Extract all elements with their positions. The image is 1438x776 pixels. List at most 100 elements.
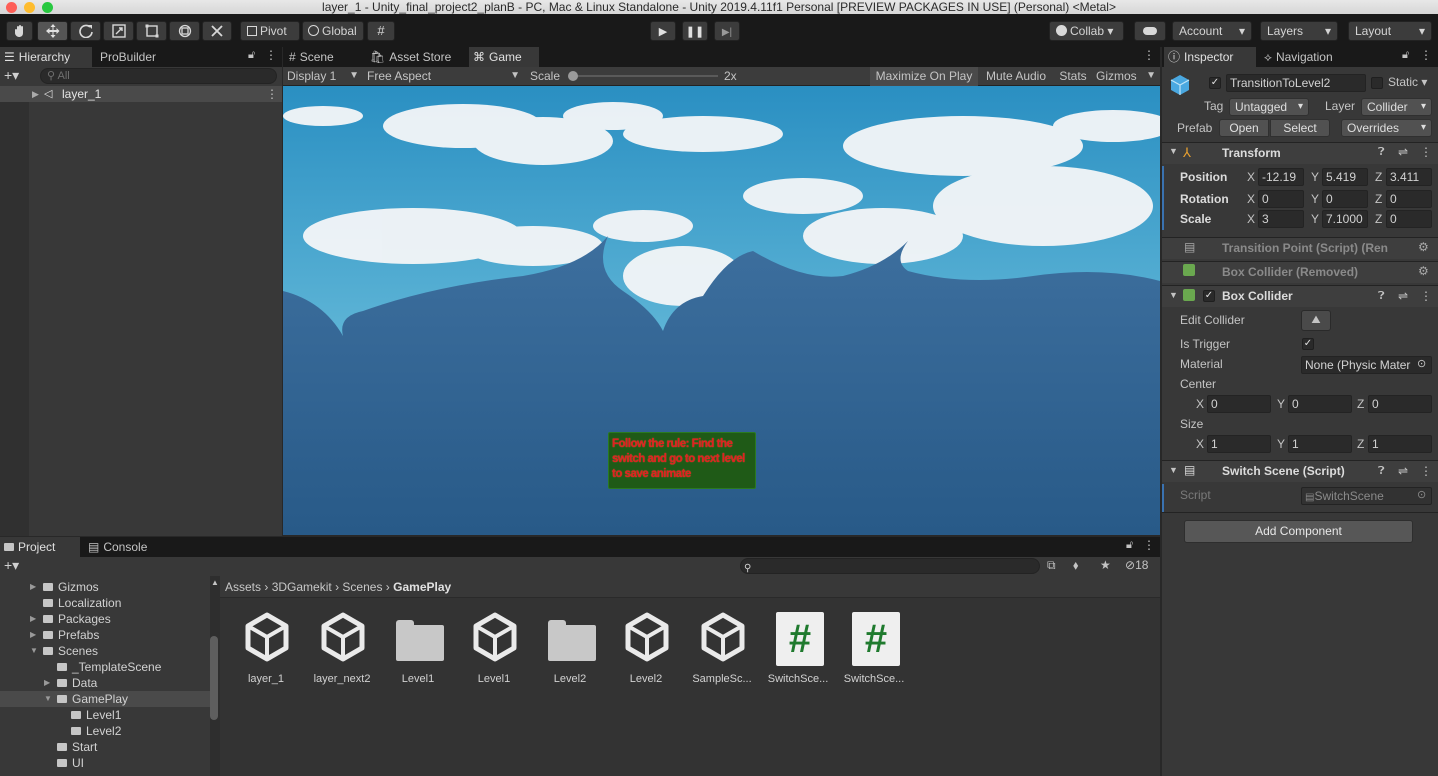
minimize-window-button[interactable]	[24, 2, 35, 13]
tab-hierarchy[interactable]: ☰ Hierarchy	[0, 47, 92, 67]
size-z-field[interactable]: 1	[1368, 435, 1432, 453]
preset-sliders-icon[interactable]: ⇌	[1398, 289, 1408, 303]
more-options-icon[interactable]: ⋮	[265, 48, 277, 62]
hand-tool-button[interactable]	[6, 21, 33, 41]
box-collider-enabled-checkbox[interactable]: ✓	[1203, 290, 1215, 302]
scale-slider-thumb[interactable]	[568, 71, 578, 81]
game-options-icon[interactable]: ⋮	[1143, 48, 1155, 62]
position-x-field[interactable]: -12.19	[1258, 168, 1304, 186]
scale-slider-track[interactable]	[572, 75, 718, 77]
expand-arrow-icon[interactable]: ▶	[32, 86, 39, 102]
inspector-lock-icon[interactable]: 🔓︎	[1402, 49, 1409, 62]
tree-scrollbar-thumb[interactable]	[210, 636, 218, 720]
object-name-field[interactable]: TransitionToLevel2	[1226, 74, 1366, 92]
layer-dropdown[interactable]: Collider	[1361, 98, 1432, 116]
static-dropdown[interactable]: Static ▾	[1388, 75, 1427, 89]
tree-folder-item[interactable]: Start	[0, 739, 210, 755]
tab-asset-store[interactable]: 🛍︎ Asset Store	[366, 47, 466, 67]
tree-folder-item[interactable]: Level2	[0, 723, 210, 739]
tree-scrollbar[interactable]: ▲	[210, 576, 220, 776]
tree-folder-item[interactable]: Localization	[0, 595, 210, 611]
row-options-icon[interactable]: ⋮	[266, 86, 278, 102]
grid-snap-button[interactable]: #	[367, 21, 395, 41]
breadcrumb-scenes[interactable]: Scenes	[342, 580, 382, 594]
tab-console[interactable]: ▤ Console	[84, 537, 164, 557]
game-render-viewport[interactable]: Follow the rule: Find the switch and go …	[283, 86, 1160, 535]
breadcrumb-gameplay[interactable]: GamePlay	[393, 580, 451, 594]
create-plus-icon[interactable]: +▾	[4, 557, 19, 574]
help-icon[interactable]: ❓︎	[1378, 146, 1385, 159]
aspect-dropdown[interactable]: Free Aspect ▼	[367, 67, 522, 86]
pause-button[interactable]: ❚❚	[682, 21, 708, 41]
rotation-y-field[interactable]: 0	[1322, 190, 1368, 208]
tab-scene[interactable]: # Scene	[285, 47, 361, 67]
play-button[interactable]: ▶	[650, 21, 676, 41]
tab-game[interactable]: ⌘ Game	[469, 47, 539, 67]
custom-tool-button[interactable]	[202, 21, 232, 41]
chevron-right-icon[interactable]: ▶	[44, 675, 50, 691]
chevron-right-icon[interactable]: ▶	[30, 627, 36, 643]
component-menu-icon[interactable]: ⋮	[1420, 289, 1432, 303]
center-y-field[interactable]: 0	[1288, 395, 1352, 413]
tree-folder-item[interactable]: Level1	[0, 707, 210, 723]
scale-x-field[interactable]: 3	[1258, 210, 1304, 228]
center-x-field[interactable]: 0	[1207, 395, 1271, 413]
project-options-icon[interactable]: ⋮	[1143, 538, 1155, 552]
fold-arrow-icon[interactable]: ▼	[1169, 290, 1178, 300]
scale-z-field[interactable]: 0	[1386, 210, 1432, 228]
maximize-on-play-toggle[interactable]: Maximize On Play	[870, 67, 978, 86]
account-dropdown[interactable]: Account ▾	[1172, 21, 1252, 41]
tree-folder-item[interactable]: ▶ Data	[0, 675, 210, 691]
prefab-select-button[interactable]: Select	[1270, 119, 1330, 137]
breadcrumb-3dgamekit[interactable]: 3DGamekit	[272, 580, 332, 594]
position-y-field[interactable]: 5.419	[1322, 168, 1368, 186]
transform-tool-button[interactable]	[169, 21, 200, 41]
collab-dropdown[interactable]: Collab ▾	[1049, 21, 1124, 41]
active-checkbox[interactable]: ✓	[1209, 77, 1221, 89]
scale-y-field[interactable]: 7.1000	[1322, 210, 1368, 228]
stats-toggle[interactable]: Stats	[1054, 67, 1092, 86]
global-toggle-button[interactable]: Global	[302, 21, 364, 41]
prefab-overrides-dropdown[interactable]: Overrides	[1341, 119, 1432, 137]
lock-icon[interactable]: 🔓︎	[248, 49, 255, 62]
edit-collider-button[interactable]: ⛰︎	[1301, 310, 1331, 331]
chevron-down-icon[interactable]: ▼	[30, 643, 38, 659]
gizmos-dropdown[interactable]: Gizmos ▼	[1094, 67, 1158, 86]
hierarchy-search-input[interactable]: ⚲ All	[40, 68, 277, 84]
gear-icon[interactable]: ⚙	[1418, 240, 1429, 254]
inspector-options-icon[interactable]: ⋮	[1420, 48, 1432, 62]
tab-navigation[interactable]: ⟡ Navigation	[1260, 47, 1360, 67]
object-picker-icon[interactable]: ⊙	[1417, 488, 1426, 501]
maximize-window-button[interactable]	[42, 2, 53, 13]
tag-dropdown[interactable]: Untagged	[1229, 98, 1309, 116]
preset-sliders-icon[interactable]: ⇌	[1398, 464, 1408, 478]
step-button[interactable]: ▶|	[714, 21, 740, 41]
rotation-z-field[interactable]: 0	[1386, 190, 1432, 208]
display-dropdown[interactable]: Display 1 ▼	[287, 67, 361, 86]
tree-folder-item[interactable]: _TemplateScene	[0, 659, 210, 675]
layout-dropdown[interactable]: Layout ▾	[1348, 21, 1432, 41]
rotate-tool-button[interactable]	[70, 21, 101, 41]
center-z-field[interactable]: 0	[1368, 395, 1432, 413]
fold-arrow-icon[interactable]: ▼	[1169, 465, 1178, 475]
tree-folder-item[interactable]: ▼ GamePlay	[0, 691, 210, 707]
hidden-packages-toggle[interactable]: ⊘18	[1125, 558, 1148, 572]
scroll-up-arrow-icon[interactable]: ▲	[211, 578, 219, 587]
tab-project[interactable]: Project	[0, 537, 80, 557]
hierarchy-row-layer1[interactable]	[0, 86, 282, 102]
rotation-x-field[interactable]: 0	[1258, 190, 1304, 208]
lock-icon[interactable]: 🔓︎	[1126, 539, 1133, 552]
filter-by-label-icon[interactable]: ⬧	[1073, 558, 1078, 573]
gear-icon[interactable]: ⚙	[1418, 264, 1429, 278]
component-menu-icon[interactable]: ⋮	[1420, 145, 1432, 159]
add-component-button[interactable]: Add Component	[1184, 520, 1413, 543]
chevron-right-icon[interactable]: ▶	[30, 611, 36, 627]
tab-inspector[interactable]: ⓘ Inspector	[1164, 47, 1256, 67]
preset-sliders-icon[interactable]: ⇌	[1398, 145, 1408, 159]
component-menu-icon[interactable]: ⋮	[1420, 464, 1432, 478]
breadcrumb-assets[interactable]: Assets	[225, 580, 261, 594]
help-icon[interactable]: ❓︎	[1378, 290, 1385, 303]
object-picker-icon[interactable]: ⊙	[1417, 357, 1426, 370]
tree-folder-item[interactable]: ▶ Packages	[0, 611, 210, 627]
create-plus-icon[interactable]: +▾	[4, 67, 19, 84]
